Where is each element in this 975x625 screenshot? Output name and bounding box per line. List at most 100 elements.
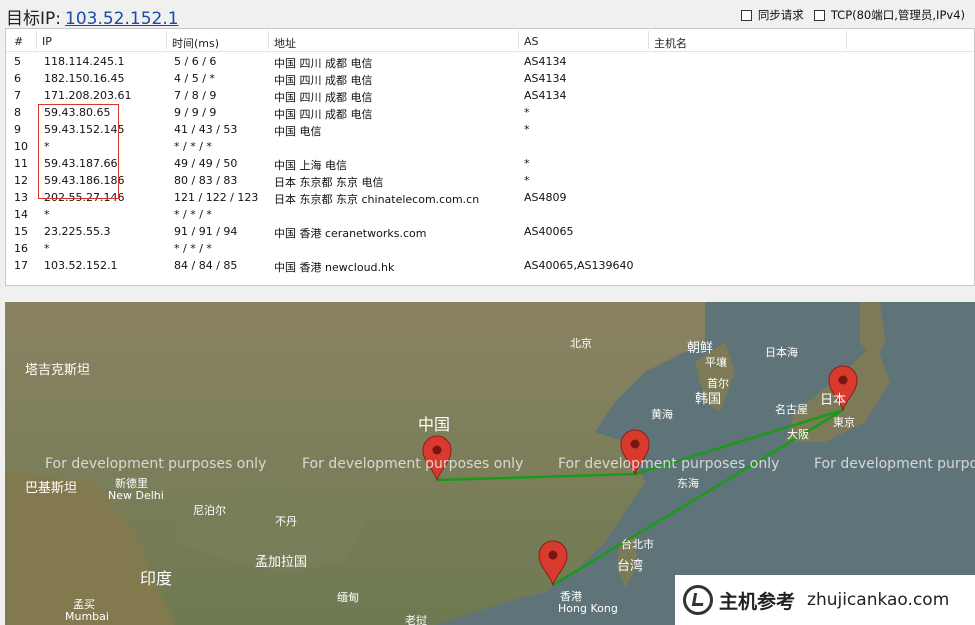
label-tajikistan: 塔吉克斯坦 — [25, 363, 90, 378]
ip-cell: * — [44, 242, 50, 255]
hop-table: # IP 时间(ms) 地址 AS 主机名 5 118.114.245.1 5 / … — [5, 28, 975, 286]
label-nagoya: 名古屋 — [775, 402, 808, 416]
label-bangladesh: 孟加拉国 — [255, 555, 307, 570]
label-india: 印度 — [140, 569, 172, 588]
dev-notice-3: For development purposes only — [558, 456, 779, 472]
label-myanmar: 缅甸 — [337, 590, 359, 604]
hop-cell: 9 — [14, 123, 21, 136]
watermark-footer: 主机参考 zhujicankao.com — [675, 575, 975, 625]
hop-cell: 11 — [14, 157, 28, 170]
address-cell: 中国 香港 ceranetworks.com — [274, 227, 427, 240]
table-row[interactable]: 6 182.150.16.45 4 / 5 / * 中国 四川 成都 电信 AS4134 — [6, 70, 974, 87]
address-cell: 中国 四川 成都 电信 — [274, 91, 373, 104]
ip-cell: 103.52.152.1 — [44, 259, 118, 272]
label-bhutan: 不丹 — [275, 515, 297, 528]
label-nepal: 尼泊尔 — [193, 504, 226, 517]
target-ip-label: 目标IP: — [6, 9, 61, 29]
table-row[interactable]: 7 171.208.203.61 7 / 8 / 9 中国 四川 成都 电信 AS413… — [6, 87, 974, 104]
as-cell: AS4134 — [524, 55, 567, 68]
watermark-logo-icon — [683, 585, 713, 615]
toolbar: 目标IP: 103.52.152.1 同步请求 TCP(80端口,管理员,IPv4… — [0, 0, 975, 29]
table-row[interactable]: 11 59.43.187.66 49 / 49 / 50 中国 上海 电信 * — [6, 155, 974, 172]
ip-cell: 182.150.16.45 — [44, 72, 125, 85]
address-cell: 中国 四川 成都 电信 — [274, 57, 373, 70]
table-row[interactable]: 15 23.225.55.3 91 / 91 / 94 中国 香港 ceranetwo… — [6, 223, 974, 240]
hop-cell: 14 — [14, 208, 28, 221]
time-cell: 80 / 83 / 83 — [174, 174, 238, 187]
dev-notice-1: For development purposes only — [45, 456, 266, 472]
address-cell: 日本 东京都 东京 chinatelecom.com.cn — [274, 193, 480, 206]
hop-cell: 17 — [14, 259, 28, 272]
table-header: # IP 时间(ms) 地址 AS 主机名 — [6, 29, 974, 52]
hop-cell: 12 — [14, 174, 28, 187]
table-row[interactable]: 5 118.114.245.1 5 / 6 / 6 中国 四川 成都 电信 AS4134 — [6, 53, 974, 70]
hop-cell: 6 — [14, 72, 21, 85]
time-cell: 121 / 122 / 123 — [174, 191, 259, 204]
label-hongkong: Hong Kong — [558, 602, 618, 615]
address-cell: 中国 上海 电信 — [274, 159, 347, 172]
col-time[interactable]: 时间(ms) — [172, 35, 219, 51]
time-cell: * / * / * — [174, 242, 212, 255]
route-map[interactable]: 塔吉克斯坦 巴基斯坦 新德里 New Delhi 尼泊尔 不丹 孟加拉国 印度 … — [5, 302, 975, 625]
table-row[interactable]: 10 * * / * / * — [6, 138, 974, 155]
label-pyongyang: 平壤 — [705, 355, 727, 369]
address-cell: 中国 四川 成都 电信 — [274, 74, 373, 87]
table-row[interactable]: 14 * * / * / * — [6, 206, 974, 223]
as-cell: AS4134 — [524, 89, 567, 102]
label-osaka: 大阪 — [787, 427, 809, 441]
tcp-checkbox[interactable] — [813, 9, 825, 21]
hop-cell: 15 — [14, 225, 28, 238]
table-row[interactable]: 16 * * / * / * — [6, 240, 974, 257]
as-cell: AS40065,AS139640 — [524, 259, 634, 272]
table-row[interactable]: 8 59.43.80.65 9 / 9 / 9 中国 四川 成都 电信 * — [6, 104, 974, 121]
col-ip[interactable]: IP — [42, 35, 52, 48]
hop-cell: 16 — [14, 242, 28, 255]
col-as[interactable]: AS — [524, 35, 539, 48]
label-laos: 老挝 — [405, 613, 427, 625]
as-cell: AS4809 — [524, 191, 567, 204]
target-ip-link[interactable]: 103.52.152.1 — [65, 9, 179, 29]
label-japan: 日本 — [820, 393, 846, 408]
ip-cell: 171.208.203.61 — [44, 89, 132, 102]
table-row[interactable]: 12 59.43.186.186 80 / 83 / 83 日本 东京都 东京 电信 * — [6, 172, 974, 189]
label-sea-of-japan: 日本海 — [765, 345, 798, 359]
time-cell: 5 / 6 / 6 — [174, 55, 217, 68]
col-hostname[interactable]: 主机名 — [654, 35, 687, 51]
ip-cell: 23.225.55.3 — [44, 225, 111, 238]
ip-cell: 118.114.245.1 — [44, 55, 125, 68]
table-row[interactable]: 17 103.52.152.1 84 / 84 / 85 中国 香港 newcloud… — [6, 257, 974, 274]
col-address[interactable]: 地址 — [274, 35, 296, 51]
ip-cell: * — [44, 208, 50, 221]
address-cell: 中国 四川 成都 电信 — [274, 108, 373, 121]
time-cell: 84 / 84 / 85 — [174, 259, 238, 272]
label-yellow-sea: 黄海 — [651, 407, 673, 421]
label-north-korea: 朝鲜 — [687, 341, 713, 356]
hop-cell: 10 — [14, 140, 28, 153]
hop-cell: 5 — [14, 55, 21, 68]
label-east-sea: 东海 — [677, 476, 699, 490]
options-group: 同步请求 TCP(80端口,管理员,IPv4) — [735, 7, 965, 23]
highlight-box — [38, 104, 119, 199]
col-hop[interactable]: # — [14, 35, 23, 48]
as-cell: * — [524, 157, 530, 170]
table-row[interactable]: 9 59.43.152.145 41 / 43 / 53 中国 电信 * — [6, 121, 974, 138]
label-beijing: 北京 — [570, 336, 592, 350]
time-cell: 91 / 91 / 94 — [174, 225, 238, 238]
time-cell: 41 / 43 / 53 — [174, 123, 238, 136]
address-cell: 中国 香港 newcloud.hk — [274, 261, 395, 274]
table-row[interactable]: 13 202.55.27.146 121 / 122 / 123 日本 东京都 东京 … — [6, 189, 974, 206]
watermark-brand: 主机参考 — [719, 590, 796, 613]
sync-checkbox[interactable] — [740, 9, 752, 21]
label-taiwan: 台湾 — [617, 558, 643, 574]
target-ip-title: 目标IP: 103.52.152.1 — [6, 4, 179, 29]
hop-cell: 7 — [14, 89, 21, 102]
time-cell: * / * / * — [174, 140, 212, 153]
watermark-domain: zhujicankao.com — [807, 590, 950, 610]
label-china: 中国 — [418, 415, 450, 434]
label-newdelhi: New Delhi — [108, 489, 164, 502]
label-mumbai: Mumbai — [65, 610, 109, 623]
tcp-label: TCP(80端口,管理员,IPv4) — [830, 8, 965, 22]
label-tokyo: 東京 — [833, 415, 855, 429]
address-cell: 中国 电信 — [274, 125, 322, 138]
as-cell: * — [524, 106, 530, 119]
